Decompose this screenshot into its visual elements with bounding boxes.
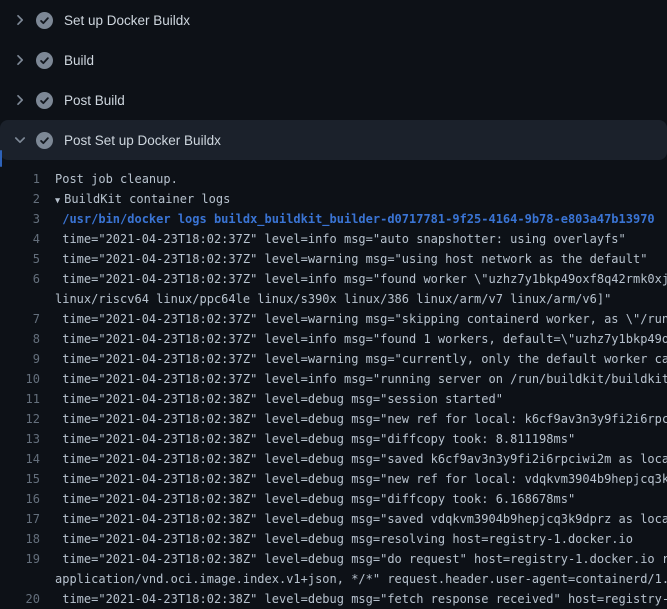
log-line-number[interactable]: 11 xyxy=(0,389,40,409)
log-line-text: ▼ BuildKit container logs xyxy=(55,189,230,209)
section-title: Post Set up Docker Buildx xyxy=(64,133,221,148)
log-line-text: time="2021-04-23T18:02:38Z" level=debug … xyxy=(55,429,575,449)
log-pane: 1 Post job cleanup. 2 ▼ BuildKit container l… xyxy=(0,169,667,609)
log-line-text: application/vnd.oci.image.index.v1+json,… xyxy=(55,569,667,589)
job-steps-list: Set up Docker Buildx Build Post Build Post … xyxy=(0,0,667,160)
log-line-text: time="2021-04-23T18:02:37Z" level=warnin… xyxy=(55,349,667,369)
log-line-text: time="2021-04-23T18:02:38Z" level=debug … xyxy=(55,489,575,509)
log-line-number[interactable]: 7 xyxy=(0,309,40,329)
log-line-text: Post job cleanup. xyxy=(55,169,178,189)
log-line-number[interactable]: 8 xyxy=(0,329,40,349)
log-line-number[interactable]: 6 xyxy=(0,269,40,289)
log-line-text: time="2021-04-23T18:02:38Z" level=debug … xyxy=(55,589,667,609)
log-line: 1 Post job cleanup. xyxy=(0,169,667,189)
log-line: application/vnd.oci.image.index.v1+json,… xyxy=(0,569,667,589)
log-line-text: time="2021-04-23T18:02:37Z" level=info m… xyxy=(55,229,626,249)
log-line: 3 /usr/bin/docker logs buildx_buildkit_b… xyxy=(0,209,667,229)
log-line-number[interactable]: 15 xyxy=(0,469,40,489)
section-title: Set up Docker Buildx xyxy=(64,13,190,28)
log-line: 20 time="2021-04-23T18:02:38Z" level=deb… xyxy=(0,589,667,609)
log-line: 18 time="2021-04-23T18:02:38Z" level=deb… xyxy=(0,529,667,549)
log-line: 13 time="2021-04-23T18:02:38Z" level=deb… xyxy=(0,429,667,449)
log-line: linux/riscv64 linux/ppc64le linux/s390x … xyxy=(0,289,667,309)
check-circle-icon xyxy=(36,132,53,149)
log-line: 4 time="2021-04-23T18:02:37Z" level=info… xyxy=(0,229,667,249)
check-circle-icon xyxy=(36,52,53,69)
actions-log-viewer: Set up Docker Buildx Build Post Build Post … xyxy=(0,0,667,609)
log-line-text: time="2021-04-23T18:02:38Z" level=debug … xyxy=(55,549,667,569)
log-line-number[interactable]: 2 xyxy=(0,189,40,209)
log-line-text: time="2021-04-23T18:02:37Z" level=info m… xyxy=(55,269,667,289)
log-line-number[interactable]: 4 xyxy=(0,229,40,249)
log-line-text: time="2021-04-23T18:02:38Z" level=debug … xyxy=(55,469,667,489)
log-line: 11 time="2021-04-23T18:02:38Z" level=deb… xyxy=(0,389,667,409)
log-line-text: time="2021-04-23T18:02:37Z" level=warnin… xyxy=(55,249,647,269)
log-line-number[interactable]: 18 xyxy=(0,529,40,549)
log-line: 12 time="2021-04-23T18:02:38Z" level=deb… xyxy=(0,409,667,429)
log-line: 19 time="2021-04-23T18:02:38Z" level=deb… xyxy=(0,549,667,569)
log-line-number[interactable]: 5 xyxy=(0,249,40,269)
log-line-text: time="2021-04-23T18:02:38Z" level=debug … xyxy=(55,509,667,529)
log-group-collapse-icon[interactable]: ▼ xyxy=(55,191,60,211)
log-line-text: time="2021-04-23T18:02:38Z" level=debug … xyxy=(55,389,503,409)
log-line: 10 time="2021-04-23T18:02:37Z" level=inf… xyxy=(0,369,667,389)
log-line: 16 time="2021-04-23T18:02:38Z" level=deb… xyxy=(0,489,667,509)
section-title: Build xyxy=(64,53,94,68)
log-line-number[interactable]: 12 xyxy=(0,409,40,429)
log-line: 2 ▼ BuildKit container logs xyxy=(0,189,667,209)
log-line-number[interactable]: 14 xyxy=(0,449,40,469)
log-line-number[interactable]: 10 xyxy=(0,369,40,389)
section-header-build[interactable]: Build xyxy=(0,40,667,80)
chevron-right-icon xyxy=(12,92,28,108)
log-line: 8 time="2021-04-23T18:02:37Z" level=info… xyxy=(0,329,667,349)
log-line-text: time="2021-04-23T18:02:38Z" level=debug … xyxy=(55,529,633,549)
section-title: Post Build xyxy=(64,93,125,108)
section-header-set-up-docker-buildx[interactable]: Set up Docker Buildx xyxy=(0,0,667,40)
log-line: 9 time="2021-04-23T18:02:37Z" level=warn… xyxy=(0,349,667,369)
log-line-text: linux/riscv64 linux/ppc64le linux/s390x … xyxy=(55,289,611,309)
log-line-text: time="2021-04-23T18:02:37Z" level=warnin… xyxy=(55,309,667,329)
log-line-number[interactable]: 13 xyxy=(0,429,40,449)
focus-indicator xyxy=(0,150,2,167)
log-line: 17 time="2021-04-23T18:02:38Z" level=deb… xyxy=(0,509,667,529)
log-line-number[interactable]: 9 xyxy=(0,349,40,369)
log-line-text: time="2021-04-23T18:02:37Z" level=info m… xyxy=(55,329,667,349)
chevron-right-icon xyxy=(12,12,28,28)
section-header-post-build[interactable]: Post Build xyxy=(0,80,667,120)
section-header-post-set-up-docker-buildx[interactable]: Post Set up Docker Buildx xyxy=(0,120,667,160)
log-line: 7 time="2021-04-23T18:02:37Z" level=warn… xyxy=(0,309,667,329)
chevron-down-icon xyxy=(12,132,28,148)
log-line-text: time="2021-04-23T18:02:37Z" level=info m… xyxy=(55,369,667,389)
log-line-number xyxy=(0,569,40,589)
log-line-number[interactable]: 20 xyxy=(0,589,40,609)
log-line: 6 time="2021-04-23T18:02:37Z" level=info… xyxy=(0,269,667,289)
log-line-number[interactable]: 17 xyxy=(0,509,40,529)
log-line-text: time="2021-04-23T18:02:38Z" level=debug … xyxy=(55,449,667,469)
log-line: 14 time="2021-04-23T18:02:38Z" level=deb… xyxy=(0,449,667,469)
log-line-number xyxy=(0,289,40,309)
log-group-title: BuildKit container logs xyxy=(64,192,230,206)
log-line: 5 time="2021-04-23T18:02:37Z" level=warn… xyxy=(0,249,667,269)
log-line-text: /usr/bin/docker logs buildx_buildkit_bui… xyxy=(55,209,655,229)
log-line: 15 time="2021-04-23T18:02:38Z" level=deb… xyxy=(0,469,667,489)
check-circle-icon xyxy=(36,12,53,29)
log-line-number[interactable]: 3 xyxy=(0,209,40,229)
log-line-number[interactable]: 16 xyxy=(0,489,40,509)
log-line-number[interactable]: 19 xyxy=(0,549,40,569)
chevron-right-icon xyxy=(12,52,28,68)
log-line-number[interactable]: 1 xyxy=(0,169,40,189)
check-circle-icon xyxy=(36,92,53,109)
log-line-text: time="2021-04-23T18:02:38Z" level=debug … xyxy=(55,409,667,429)
